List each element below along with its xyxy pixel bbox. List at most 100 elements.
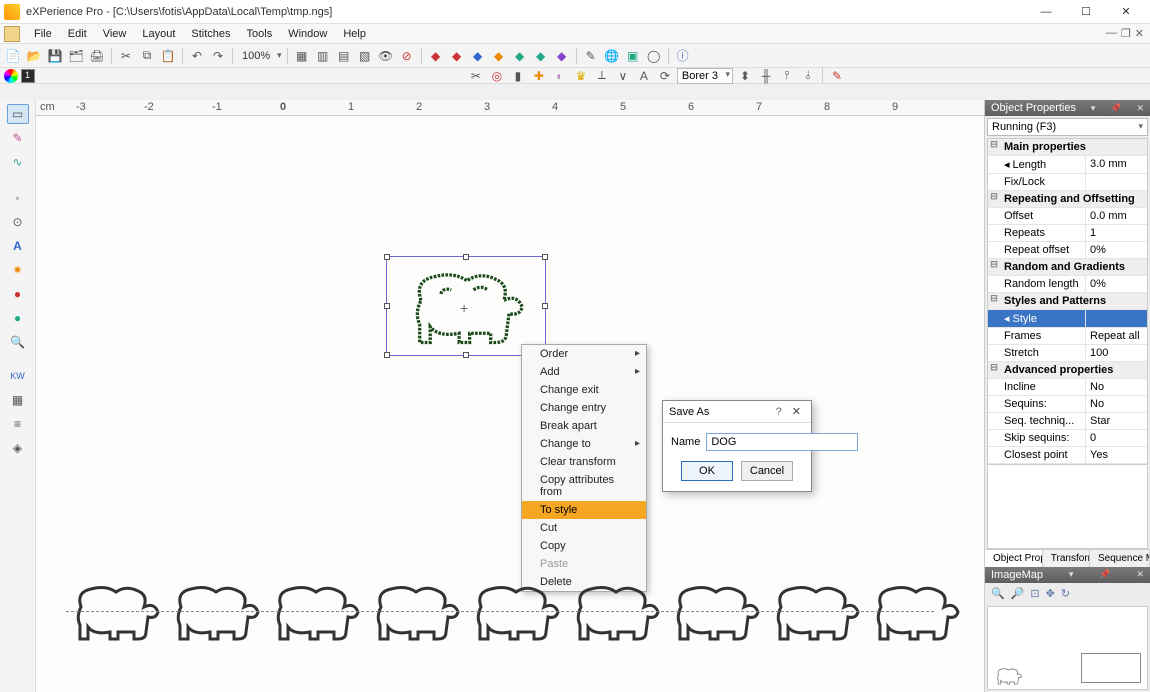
edit-tool-icon[interactable]: ✎ <box>7 128 29 148</box>
grid-tool-icon[interactable]: ▦ <box>7 390 29 410</box>
saveall-icon[interactable]: 🗂 <box>67 47 85 65</box>
canvas[interactable]: + Order Add Change exit Change entry Bre… <box>36 116 984 692</box>
zoom-fit-icon[interactable]: ⊡ <box>1030 587 1039 600</box>
preview-icon[interactable]: 👁 <box>377 47 395 65</box>
prop-row[interactable]: Offset0.0 mm <box>988 208 1147 225</box>
ctx-paste[interactable]: Paste <box>522 555 646 573</box>
diamond-blue-icon[interactable]: ◆ <box>469 47 487 65</box>
menu-edit[interactable]: Edit <box>60 26 95 42</box>
menu-view[interactable]: View <box>95 26 135 42</box>
prop-row[interactable]: Random length0% <box>988 276 1147 293</box>
ctx-break-apart[interactable]: Break apart <box>522 417 646 435</box>
prop-row[interactable]: Sequins:No <box>988 396 1147 413</box>
rotate-icon[interactable]: ⟳ <box>656 67 674 85</box>
menu-tools[interactable]: Tools <box>239 26 281 42</box>
world-icon[interactable]: 🌐 <box>603 47 621 65</box>
imagemap-close-icon[interactable]: ✕ <box>1132 569 1144 580</box>
diamond-purple-icon[interactable]: ◆ <box>553 47 571 65</box>
color-pen-icon[interactable]: ✎ <box>828 67 846 85</box>
needle2-icon[interactable]: ╫ <box>757 67 775 85</box>
menu-window[interactable]: Window <box>280 26 335 42</box>
current-color-swatch[interactable]: 1 <box>21 69 35 83</box>
paste-icon[interactable]: 📋 <box>159 47 177 65</box>
point-tool-icon[interactable]: ◦ <box>7 188 29 208</box>
dialog-help-button[interactable]: ? <box>770 406 788 418</box>
ok-button[interactable]: OK <box>681 461 733 481</box>
cross-icon[interactable]: ✚ <box>530 67 548 85</box>
menu-layout[interactable]: Layout <box>134 26 183 42</box>
cancel-button[interactable]: Cancel <box>741 461 793 481</box>
ctx-to-style[interactable]: To style <box>522 501 646 519</box>
selection-box[interactable]: + <box>386 256 546 356</box>
ctx-cut[interactable]: Cut <box>522 519 646 537</box>
diamond-red-icon[interactable]: ◆ <box>427 47 445 65</box>
stitch-tool-icon[interactable]: ≡ <box>7 414 29 434</box>
diamond-orange-icon[interactable]: ◆ <box>490 47 508 65</box>
color-wheel-icon[interactable] <box>4 69 18 83</box>
object-properties-header[interactable]: Object Properties ▾ 📌 ✕ <box>985 100 1150 116</box>
undo-icon[interactable]: ↶ <box>188 47 206 65</box>
menu-file[interactable]: File <box>26 26 60 42</box>
grid3-icon[interactable]: ▤ <box>335 47 353 65</box>
cube-icon[interactable]: ▣ <box>624 47 642 65</box>
open-icon[interactable]: 📂 <box>25 47 43 65</box>
ctx-change-to[interactable]: Change to <box>522 435 646 453</box>
ctx-change-exit[interactable]: Change exit <box>522 381 646 399</box>
refresh-icon[interactable]: ↻ <box>1061 587 1070 600</box>
wand-icon[interactable]: ✎ <box>582 47 600 65</box>
prop-row[interactable]: Seq. techniq...Star <box>988 413 1147 430</box>
target-icon[interactable]: ◎ <box>488 67 506 85</box>
scissors-icon[interactable]: ✂ <box>467 67 485 85</box>
prop-row[interactable]: Fix/Lock <box>988 174 1147 191</box>
tab-transform[interactable]: Transform <box>1043 550 1090 567</box>
prop-row[interactable]: FramesRepeat all <box>988 328 1147 345</box>
prop-section[interactable]: ⊟Advanced properties <box>988 362 1147 379</box>
prop-row[interactable]: Stretch100 <box>988 345 1147 362</box>
select-tool-icon[interactable]: ▭ <box>7 104 29 124</box>
diamond-green-icon[interactable]: ◆ <box>511 47 529 65</box>
text-icon[interactable]: A <box>635 67 653 85</box>
mdi-minimize-button[interactable]: — <box>1106 27 1117 40</box>
diamond-red2-icon[interactable]: ◆ <box>448 47 466 65</box>
prop-row[interactable]: Repeats1 <box>988 225 1147 242</box>
tab-object-props[interactable]: Object Prop... <box>985 550 1043 567</box>
dot-green-icon[interactable]: ● <box>7 308 29 328</box>
dot-red-icon[interactable]: ● <box>7 284 29 304</box>
kw-tool-icon[interactable]: KW <box>7 366 29 386</box>
info-icon[interactable]: ⓘ <box>674 47 692 65</box>
mdi-restore-button[interactable]: ❐ <box>1121 27 1131 40</box>
zoom-out-icon[interactable]: 🔎 <box>1011 587 1025 600</box>
grid4-icon[interactable]: ▧ <box>356 47 374 65</box>
minimize-button[interactable]: — <box>1026 1 1066 23</box>
redo-icon[interactable]: ↷ <box>209 47 227 65</box>
hide-icon[interactable]: ⊘ <box>398 47 416 65</box>
star-tool-icon[interactable]: ✷ <box>7 260 29 280</box>
panel-menu-icon[interactable]: ▾ <box>1087 103 1096 114</box>
name-input[interactable] <box>706 433 858 451</box>
node-tool-icon[interactable]: ⊙ <box>7 212 29 232</box>
needle3-icon[interactable]: ⫯ <box>778 67 796 85</box>
prop-section[interactable]: ⊟Random and Gradients <box>988 259 1147 276</box>
maximize-button[interactable]: ☐ <box>1066 1 1106 23</box>
ctx-order[interactable]: Order <box>522 345 646 363</box>
prop-row[interactable]: Skip sequins:0 <box>988 430 1147 447</box>
prop-row[interactable]: ◂Style <box>988 310 1147 328</box>
prop-row[interactable]: Closest pointYes <box>988 447 1147 464</box>
zoom-in-icon[interactable]: 🔍 <box>991 587 1005 600</box>
lock-icon[interactable]: ▮ <box>509 67 527 85</box>
print-icon[interactable]: 🖨 <box>88 47 106 65</box>
mode-select[interactable]: Running (F3) <box>987 118 1148 136</box>
needle4-icon[interactable]: ⫰ <box>799 67 817 85</box>
crown-icon[interactable]: ♛ <box>572 67 590 85</box>
align2-icon[interactable]: ∨ <box>614 67 632 85</box>
new-icon[interactable]: 📄 <box>4 47 22 65</box>
menu-help[interactable]: Help <box>335 26 374 42</box>
ctx-change-entry[interactable]: Change entry <box>522 399 646 417</box>
tab-sequence[interactable]: Sequence M... <box>1090 550 1150 567</box>
imagemap-pin-icon[interactable]: 📌 <box>1095 569 1110 580</box>
shape-tool-icon[interactable]: ◈ <box>7 438 29 458</box>
align1-icon[interactable]: ⟂ <box>593 67 611 85</box>
cut-icon[interactable]: ✂ <box>117 47 135 65</box>
dialog-close-button[interactable]: ✕ <box>788 405 805 418</box>
prop-section[interactable]: ⊟Main properties <box>988 139 1147 156</box>
